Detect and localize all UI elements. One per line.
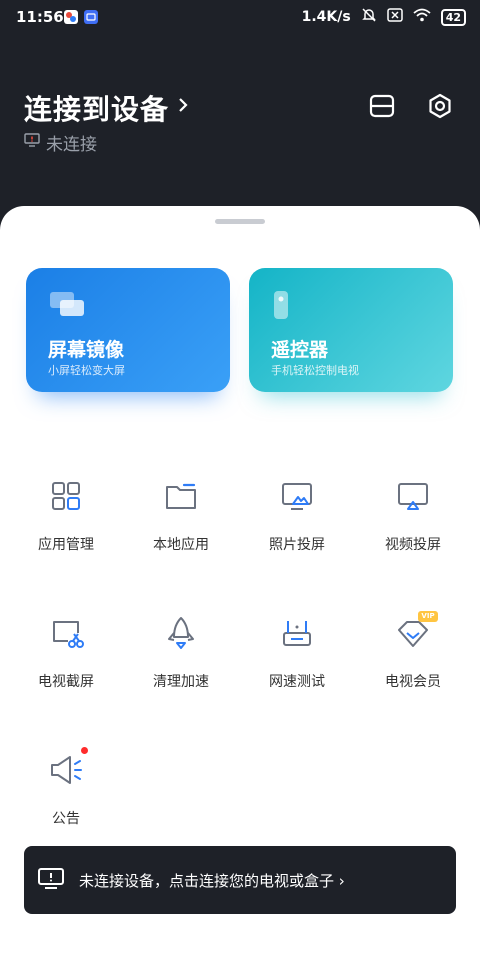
grid-item-label: 电视截屏: [38, 674, 94, 690]
app-grid-icon: [52, 482, 80, 510]
status-time: 11:56: [16, 8, 64, 26]
grid-item-label: 视频投屏: [385, 537, 441, 553]
rocket-icon: [168, 617, 194, 649]
scan-button[interactable]: [368, 92, 398, 122]
connect-device-link[interactable]: 连接到设备: [24, 88, 189, 128]
grid-item-photo-cast[interactable]: 照片投屏: [247, 476, 347, 554]
folder-icon: [166, 483, 196, 509]
screen-mirror-title: 屏幕镜像: [48, 339, 125, 361]
grid-item-speed-test[interactable]: 网速测试: [247, 613, 347, 691]
grid-item-label: 清理加速: [153, 674, 209, 690]
router-icon: [283, 621, 311, 646]
screenshot-icon: [53, 621, 84, 648]
grid-item-label: 照片投屏: [269, 537, 325, 553]
sheet-handle[interactable]: [215, 219, 265, 224]
status-bar: 11:56 1.4K/s 42: [0, 0, 480, 34]
remote-control-title: 遥控器: [271, 339, 329, 361]
grid-item-label: 公告: [52, 811, 80, 827]
connection-status-text: 未连接: [46, 135, 97, 155]
connect-device-banner[interactable]: 未连接设备，点击连接您的电视或盒子 ›: [24, 846, 456, 914]
gear-icon: [429, 93, 451, 119]
grid-item-announcement[interactable]: 公告: [16, 747, 116, 828]
mute-icon: [361, 7, 377, 27]
tv-icon: [38, 868, 64, 889]
grid-item-cleanup[interactable]: 清理加速: [131, 613, 231, 691]
grid-item-label: 电视会员: [385, 674, 441, 690]
no-sim-icon: [386, 8, 403, 26]
remote-control-subtitle: 手机轻松控制电视: [271, 364, 359, 377]
grid-item-tv-membership[interactable]: VIP 电视会员: [363, 611, 463, 691]
banner-text: 未连接设备，点击连接您的电视或盒子 ›: [79, 872, 345, 890]
tv-app-notification-icon: [84, 10, 98, 24]
grid-item-label: 应用管理: [38, 537, 94, 553]
photo-cast-icon: [282, 483, 312, 510]
page-title: 连接到设备: [24, 93, 170, 126]
tv-disconnected-icon: [24, 132, 40, 153]
grid-item-label: 网速测试: [269, 674, 325, 690]
connection-status: 未连接: [24, 130, 97, 155]
megaphone-icon: [51, 756, 82, 784]
grid-item-tv-screenshot[interactable]: 电视截屏: [16, 613, 116, 691]
grid-item-video-cast[interactable]: 视频投屏: [363, 476, 463, 554]
screen-mirror-card[interactable]: 屏幕镜像 小屏轻松变大屏: [26, 268, 230, 392]
chevron-right-icon: [177, 92, 189, 120]
scan-icon: [369, 94, 395, 118]
vip-badge: VIP: [418, 611, 438, 622]
grid-item-label: 本地应用: [153, 537, 209, 553]
video-cast-icon: [398, 483, 428, 510]
unread-dot: [81, 747, 88, 754]
app-notification-icon: [64, 10, 78, 24]
battery-indicator: 42: [440, 8, 466, 26]
status-indicators: 1.4K/s 42: [302, 7, 466, 27]
screen-mirror-subtitle: 小屏轻松变大屏: [48, 364, 125, 377]
remote-control-icon: [271, 290, 291, 324]
settings-button[interactable]: [426, 92, 456, 122]
grid-item-app-management[interactable]: 应用管理: [16, 476, 116, 554]
wifi-icon: [413, 8, 431, 26]
grid-item-local-apps[interactable]: 本地应用: [131, 476, 231, 554]
network-speed: 1.4K/s: [301, 9, 351, 25]
remote-control-card[interactable]: 遥控器 手机轻松控制电视: [249, 268, 453, 392]
screen-mirror-icon: [48, 290, 86, 322]
